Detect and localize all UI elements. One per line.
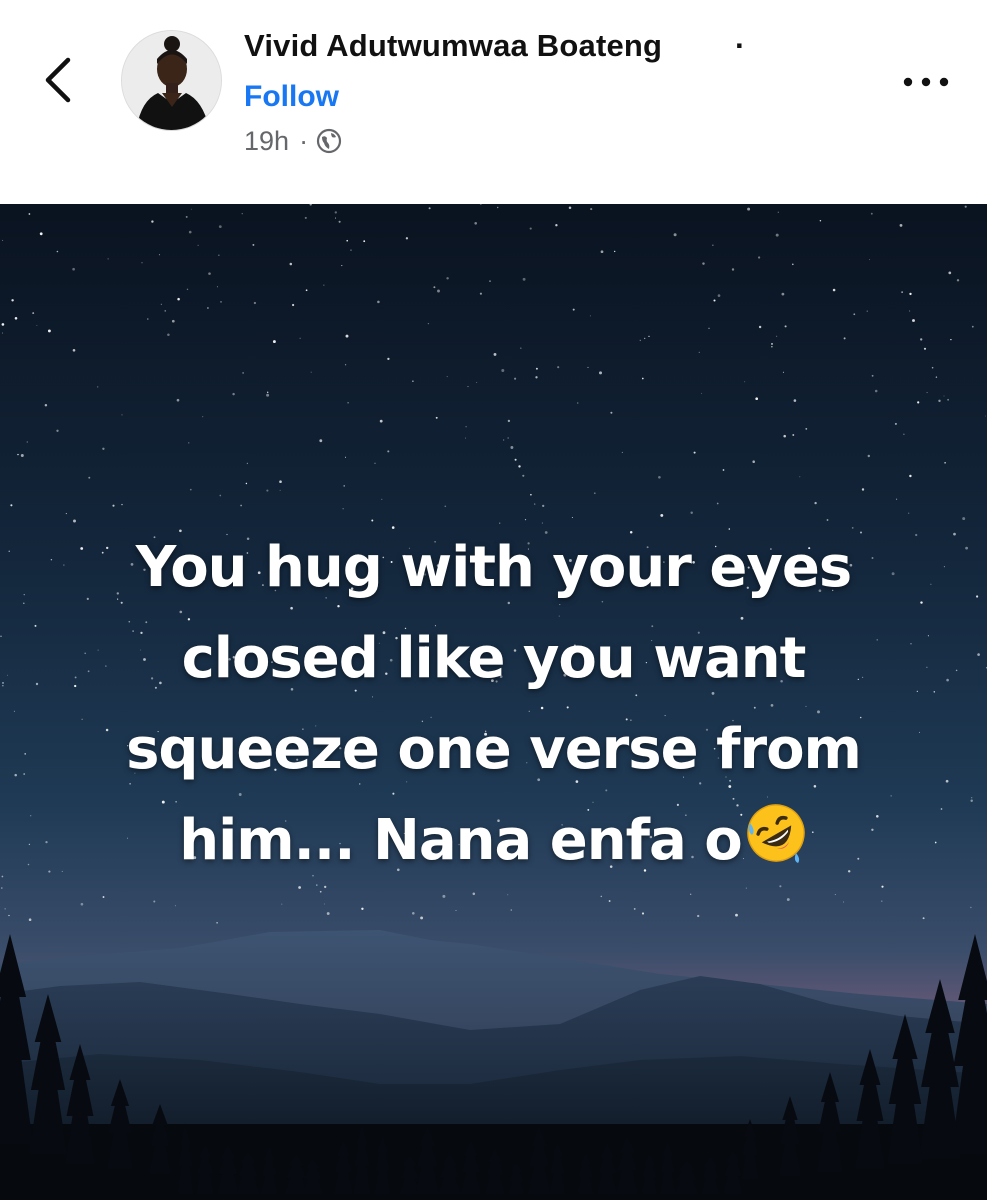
author-name[interactable]: Vivid Adutwumwaa Boateng	[244, 28, 662, 64]
back-button[interactable]	[36, 50, 86, 110]
post-image[interactable]: You hug with your eyes closed like you w…	[0, 204, 987, 1200]
post-timestamp[interactable]: 19h	[244, 126, 289, 157]
follow-button[interactable]: Follow	[244, 80, 339, 114]
caption-line: squeeze one verse from	[126, 717, 862, 782]
rolling-on-the-floor-laughing-emoji	[747, 804, 805, 863]
caption-line: You hug with your eyes	[135, 535, 852, 600]
globe-icon	[316, 128, 342, 154]
more-horizontal-icon	[903, 77, 949, 87]
caption-line-text: him... Nana enfa o	[179, 808, 743, 873]
caption-line-last: him... Nana enfa o	[40, 795, 947, 886]
post-meta: 19h ·	[244, 123, 342, 159]
chevron-left-icon	[45, 57, 71, 103]
caption-line: closed like you want	[181, 626, 807, 691]
meta-separator: ·	[299, 125, 309, 156]
avatar-image	[122, 31, 221, 130]
more-options-button[interactable]	[896, 60, 956, 104]
name-separator: ·	[735, 28, 746, 63]
post-caption-text: You hug with your eyes closed like you w…	[40, 522, 947, 886]
avatar[interactable]	[121, 30, 222, 131]
post-header: Vivid Adutwumwaa Boateng · Follow 19h ·	[0, 0, 987, 204]
